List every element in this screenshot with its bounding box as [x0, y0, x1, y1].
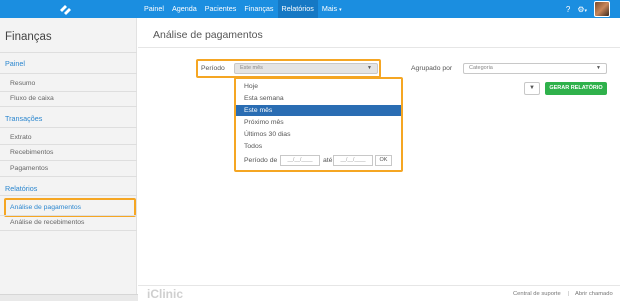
sidebar: Finanças Painel Resumo Fluxo de caixa Tr… — [0, 18, 137, 301]
browser-status-bar — [0, 294, 138, 301]
chevron-down-icon: ▾ — [339, 7, 342, 13]
sidebar-item-resumo[interactable]: Resumo — [10, 80, 35, 87]
divider — [0, 144, 137, 145]
filter-button[interactable]: ▼ — [524, 82, 540, 95]
main-nav: Painel Agenda Pacientes Finanças Relatór… — [140, 0, 346, 18]
sidebar-item-extrato[interactable]: Extrato — [10, 134, 32, 141]
divider — [0, 73, 137, 74]
nav-pacientes[interactable]: Pacientes — [201, 0, 241, 18]
divider — [0, 215, 137, 216]
central-de-suporte-link[interactable]: Central de suporte — [513, 291, 561, 297]
app-logo[interactable] — [0, 0, 138, 18]
nav-mais[interactable]: Mais ▾ — [318, 0, 346, 18]
ate-label: até — [323, 157, 333, 164]
ok-button[interactable]: OK — [375, 155, 392, 166]
chevron-down-icon: ▼ — [596, 65, 601, 71]
sidebar-item-analise-de-recebimentos[interactable]: Análise de recebimentos — [10, 219, 84, 226]
sidebar-section-relatorios: Relatórios — [5, 184, 38, 193]
dropdown-option-proximo-mes[interactable]: Próximo mês — [236, 117, 401, 128]
top-navbar: Painel Agenda Pacientes Finanças Relatór… — [0, 0, 620, 18]
periodo-dropdown: Hoje Esta semana Este mês Próximo mês Úl… — [234, 77, 403, 172]
sidebar-item-recebimentos[interactable]: Recebimentos — [10, 149, 53, 156]
nav-agenda[interactable]: Agenda — [168, 0, 201, 18]
divider — [138, 285, 620, 286]
sidebar-item-fluxo-de-caixa[interactable]: Fluxo de caixa — [10, 95, 54, 102]
date-to-input[interactable]: __/__/____ — [333, 155, 373, 166]
divider — [0, 127, 137, 128]
nav-relatorios[interactable]: Relatórios — [277, 0, 318, 18]
agrupado-por-label: Agrupado por — [411, 65, 453, 72]
chevron-down-icon: ▼ — [367, 65, 372, 71]
gerar-relatorio-button[interactable]: GERAR RELATÓRIO — [545, 82, 607, 95]
abrir-chamado-link[interactable]: Abrir chamado — [575, 291, 613, 297]
chevron-down-icon: ▾ — [584, 7, 587, 14]
gear-icon[interactable]: ⚙▾ — [577, 5, 587, 14]
divider — [0, 195, 137, 196]
periodo-select[interactable]: Este mês ▼ — [234, 63, 378, 74]
periodo-de-label: Período de — [244, 157, 278, 164]
date-from-input[interactable]: __/__/____ — [280, 155, 320, 166]
divider — [138, 47, 620, 48]
divider — [0, 160, 137, 161]
sidebar-item-pagamentos[interactable]: Pagamentos — [10, 165, 48, 172]
nav-painel[interactable]: Painel — [140, 0, 168, 18]
footer-logo: iClinic — [147, 287, 184, 301]
dropdown-option-esta-semana[interactable]: Esta semana — [236, 93, 401, 104]
periodo-label: Período — [201, 65, 225, 72]
periodo-select-value: Este mês — [240, 65, 263, 71]
iclinic-logo-icon — [60, 5, 71, 15]
help-icon[interactable]: ? — [566, 5, 570, 14]
dropdown-option-hoje[interactable]: Hoje — [236, 81, 401, 92]
sidebar-item-analise-de-pagamentos[interactable]: Análise de pagamentos — [10, 204, 81, 211]
dropdown-option-ultimos-30-dias[interactable]: Últimos 30 dias — [236, 129, 401, 140]
avatar[interactable] — [594, 1, 610, 17]
sidebar-title: Finanças — [5, 31, 52, 43]
sidebar-section-painel: Painel — [5, 59, 25, 68]
dropdown-option-este-mes[interactable]: Este mês — [236, 105, 401, 116]
filter-icon: ▼ — [529, 85, 535, 91]
agrupado-por-select[interactable]: Categoria ▼ — [463, 63, 607, 74]
sidebar-section-transacoes: Transações — [5, 114, 43, 123]
nav-mais-label: Mais — [321, 4, 338, 13]
divider — [0, 52, 137, 53]
footer-divider: | — [568, 291, 570, 297]
dropdown-option-todos[interactable]: Todos — [236, 141, 401, 152]
page-title: Análise de pagamentos — [153, 29, 263, 41]
divider — [0, 106, 137, 107]
divider — [0, 176, 137, 177]
divider — [0, 230, 137, 231]
divider — [0, 91, 137, 92]
agrupado-por-placeholder: Categoria — [469, 65, 493, 71]
nav-financas[interactable]: Finanças — [240, 0, 277, 18]
top-right-icons: ? ⚙▾ — [566, 0, 620, 18]
